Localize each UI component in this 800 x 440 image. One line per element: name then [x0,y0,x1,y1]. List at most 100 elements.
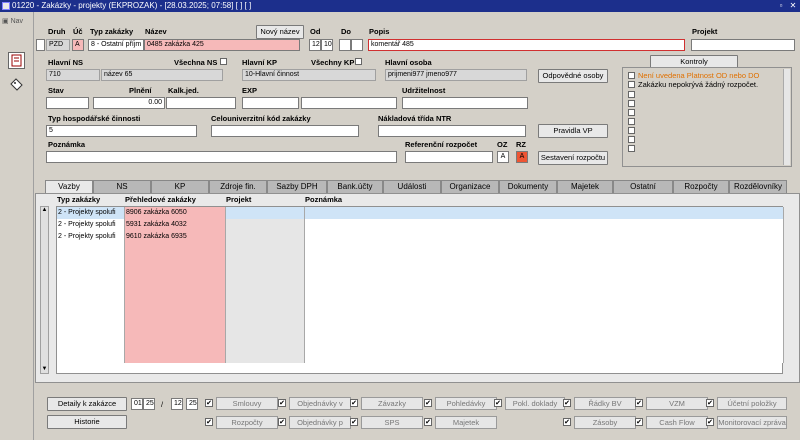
document-icon[interactable] [8,52,25,69]
detail-button[interactable]: Objednávky p [289,416,351,429]
col-poznamka[interactable]: Poznámka [305,195,342,204]
table-cell[interactable]: 2 - Projekty spolufi [57,219,125,231]
typ-hosp-field[interactable]: 5 [46,125,197,137]
do-month-field[interactable] [351,39,363,51]
detail-checkbox[interactable]: ✔ [563,418,571,426]
detail-button[interactable]: Závazky [361,397,423,410]
hlavni-osoba-field[interactable]: prijmeni977 jmeno977 [385,69,527,81]
projekt-field[interactable] [691,39,795,51]
kontrola-checkbox-9[interactable] [628,145,635,152]
kontrola-checkbox-5[interactable] [628,109,635,116]
table-cell[interactable] [125,267,226,279]
table-cell[interactable] [226,327,305,339]
table-cell[interactable] [57,279,125,291]
druh-field[interactable]: PZD [46,39,70,51]
table-cell[interactable] [57,303,125,315]
novy-nazev-button[interactable]: Nový název [256,25,304,39]
referencni-field[interactable] [405,151,493,163]
table-cell[interactable] [305,207,784,219]
table-cell[interactable] [305,219,784,231]
table-cell[interactable] [57,315,125,327]
table-cell[interactable] [125,303,226,315]
table-cell[interactable] [226,351,305,363]
od-month-field[interactable]: 10 [321,39,333,51]
table-cell[interactable] [226,315,305,327]
table-cell[interactable] [305,291,784,303]
table-cell[interactable] [226,231,305,243]
table-cell[interactable] [226,243,305,255]
tab-majetek[interactable]: Majetek [557,180,613,193]
table-cell[interactable] [305,339,784,351]
hlavni-ns-code[interactable]: 710 [46,69,100,81]
hlavni-ns-name[interactable]: název 65 [101,69,223,81]
exp-field-2[interactable] [301,97,397,109]
table-row[interactable] [57,255,784,267]
table-cell[interactable] [305,351,784,363]
table-row[interactable] [57,351,784,363]
pravidla-vp-button[interactable]: Pravidla VP [538,124,608,138]
nakladova-field[interactable] [378,125,526,137]
popis-field[interactable]: komentář 485 [368,39,685,51]
detail-button[interactable]: Řádky BV [574,397,636,410]
table-cell[interactable] [57,255,125,267]
tab-udalosti[interactable]: Události [383,180,441,193]
table-cell[interactable] [305,327,784,339]
detail-button[interactable]: Objednávky v [289,397,351,410]
tab-ostatni[interactable]: Ostatní [613,180,673,193]
detail-checkbox[interactable]: ✔ [494,399,502,407]
tab-zdroje-fin[interactable]: Zdroje fin. [209,180,267,193]
scroll-up-icon[interactable]: ▲ [41,207,48,214]
sestaveni-rozpoctu-button[interactable]: Sestavení rozpočtu [538,151,608,165]
detail-button[interactable]: Účetní položky [717,397,787,410]
table-cell[interactable] [125,315,226,327]
table-row[interactable] [57,327,784,339]
detail-checkbox[interactable]: ✔ [350,399,358,407]
detail-button[interactable]: Monitorovací zpráva [717,416,787,429]
restore-button[interactable]: ▫ [776,1,786,11]
detail-checkbox[interactable]: ✔ [205,399,213,407]
uc-field[interactable]: A [72,39,84,51]
detail-checkbox[interactable]: ✔ [635,418,643,426]
table-cell[interactable] [305,267,784,279]
table-cell[interactable]: 9610 zakázka 6935 [125,231,226,243]
detail-button[interactable]: VZM [646,397,708,410]
table-cell[interactable] [57,327,125,339]
nazev-field[interactable]: 0485 zakázka 425 [144,39,300,51]
table-cell[interactable] [125,339,226,351]
table-cell[interactable]: 8906 zakázka 6050 [125,207,226,219]
detail-checkbox[interactable]: ✔ [278,418,286,426]
table-cell[interactable] [226,303,305,315]
table-cell[interactable] [57,339,125,351]
table-cell[interactable] [125,279,226,291]
vsechny-kp-checkbox[interactable] [355,58,362,65]
udrzitelnost-field[interactable] [402,97,528,109]
table-cell[interactable] [125,243,226,255]
table-cell[interactable] [226,255,305,267]
vsechna-ns-checkbox[interactable] [220,58,227,65]
kontrola-checkbox-3[interactable] [628,91,635,98]
detail-button[interactable]: Pohledávky [435,397,497,410]
table-row[interactable]: 2 - Projekty spolufi 8906 zakázka 6050 [57,207,784,219]
detail-checkbox[interactable]: ✔ [424,399,432,407]
tag-icon[interactable] [8,76,25,93]
table-cell[interactable] [305,231,784,243]
table-cell[interactable] [125,291,226,303]
od-day-field[interactable]: 12 [309,39,321,51]
table-cell[interactable] [125,327,226,339]
detail-button[interactable]: Zásoby [574,416,636,429]
detail-checkbox[interactable]: ✔ [424,418,432,426]
detail-button[interactable]: Pokl. doklady [505,397,565,410]
table-cell[interactable] [305,255,784,267]
detail-checkbox[interactable]: ✔ [635,399,643,407]
scroll-down-icon[interactable]: ▼ [41,366,48,373]
table-row[interactable] [57,303,784,315]
col-typ-zakazky[interactable]: Typ zakázky [57,195,100,204]
kontrola-checkbox-4[interactable] [628,100,635,107]
date-from-month[interactable]: 01 [131,398,143,410]
kontrola-checkbox-7[interactable] [628,127,635,134]
detail-checkbox[interactable]: ✔ [563,399,571,407]
table-cell[interactable] [57,351,125,363]
table-row[interactable] [57,279,784,291]
detail-checkbox[interactable]: ✔ [278,399,286,407]
stav-field[interactable] [46,97,89,109]
